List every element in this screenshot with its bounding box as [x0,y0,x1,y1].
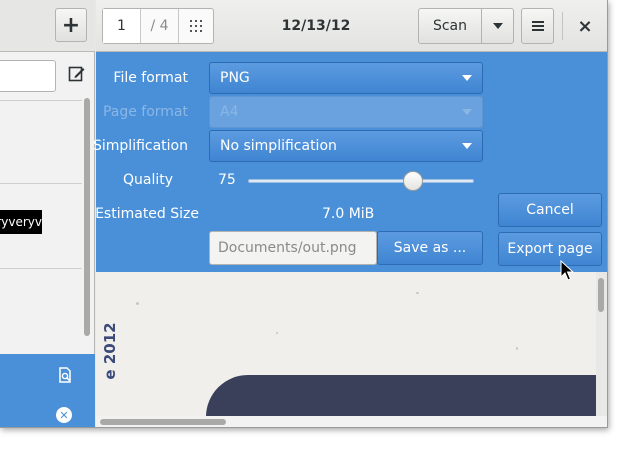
file-format-label: File format [113,70,188,86]
chevron-down-icon [462,143,472,149]
app-window: + ryveryv ✕ 1 / 4 12/13/12 Scan × File f… [0,0,608,428]
left-scrollbar[interactable] [84,98,90,336]
add-document-button[interactable]: + [55,8,87,42]
save-as-button[interactable]: Save as ... [377,231,483,265]
scan-button[interactable]: Scan [418,8,482,44]
selected-list-item[interactable] [0,354,95,427]
page-preview[interactable]: e 2012 [96,272,596,416]
simplification-select[interactable]: No simplification [209,130,483,162]
paper-speck [416,292,419,294]
page-format-value: A4 [220,104,239,120]
paper-speck [136,302,139,305]
header-separator [562,12,563,40]
list-item-text: ryveryv [0,215,42,229]
search-input[interactable] [0,60,56,92]
estimated-size-value: 7.0 MiB [322,206,375,222]
grid-view-icon[interactable] [179,9,213,43]
quality-slider[interactable] [248,179,474,183]
close-window-button[interactable]: × [570,10,600,42]
cancel-button[interactable]: Cancel [498,193,602,227]
preview-rotated-text: e 2012 [101,322,119,380]
remove-item-icon[interactable]: ✕ [56,407,72,423]
output-path-field[interactable]: Documents/out.png [209,231,377,265]
paper-speck [516,347,518,350]
document-search-icon[interactable] [57,367,73,383]
preview-horizontal-scrollbar[interactable] [100,419,226,425]
grid-dots-icon [190,20,202,32]
hamburger-icon [531,21,544,31]
simplification-label: Simplification [93,138,188,154]
preview-dark-shape [206,375,596,416]
quality-label: Quality [122,172,173,188]
export-popover: File format PNG Page format A4 Simplific… [93,52,607,272]
preview-vertical-scrollbar[interactable] [598,278,604,312]
left-header-bar: + [0,0,95,52]
paper-speck [276,332,278,334]
chevron-down-icon [462,75,472,81]
menu-button[interactable] [521,8,554,44]
page-format-select: A4 [209,96,483,128]
chevron-down-icon [492,23,503,29]
list-item-label[interactable]: ryveryv [0,210,42,234]
header-bar: 1 / 4 12/13/12 Scan × [96,0,607,52]
quality-value: 75 [218,172,236,188]
page-format-label: Page format [102,104,188,120]
page-navigator: 1 / 4 [102,8,214,44]
list-divider [0,100,82,101]
document-list-pane: + ryveryv ✕ [0,0,95,427]
list-divider [0,268,82,269]
export-page-button[interactable]: Export page [498,232,602,266]
document-title: 12/13/12 [281,18,351,34]
estimated-size-label: Estimated Size [95,206,199,222]
quality-slider-handle[interactable] [402,171,423,191]
scan-options-button[interactable] [481,8,514,44]
simplification-value: No simplification [220,138,337,154]
file-format-value: PNG [220,70,250,86]
edit-icon[interactable] [68,65,86,83]
total-pages-label: / 4 [141,9,179,43]
chevron-down-icon [462,109,472,115]
mouse-pointer-icon [560,260,574,281]
file-format-select[interactable]: PNG [209,62,483,94]
current-page-input[interactable]: 1 [103,9,141,43]
list-divider [0,183,82,184]
